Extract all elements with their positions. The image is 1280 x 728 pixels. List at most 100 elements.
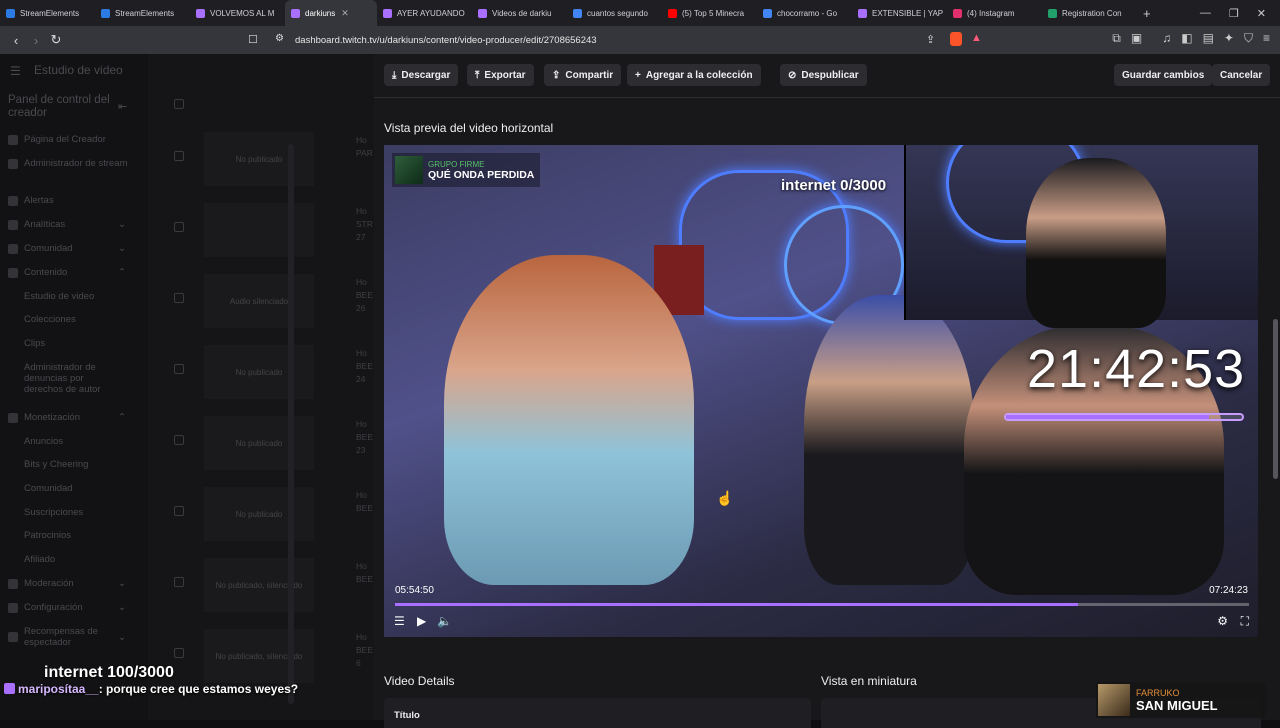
new-tab-icon[interactable]: + [1143,6,1151,21]
video-list-row[interactable]: No publicado Ho BEE 23 [148,408,374,478]
row-checkbox[interactable] [174,364,184,374]
sidebar-item[interactable]: Alertas [8,195,128,206]
sidebar-item[interactable]: Colecciones [24,314,124,325]
url-field[interactable]: dashboard.twitch.tv/u/darkiuns/content/v… [295,35,597,46]
browser-tab[interactable]: (4) Instagram [947,0,1042,26]
media-icon[interactable]: ♫ [1162,31,1171,46]
video-thumbnail[interactable]: No publicado [204,345,314,399]
sidebar-item[interactable]: Página del Creador [8,134,128,145]
fullscreen-icon[interactable]: ⛶ [1241,614,1249,629]
video-thumbnail[interactable]: No publicado, silenciado [204,629,314,683]
video-thumbnail[interactable]: No publicado [204,132,314,186]
sidebar-item[interactable]: Clips [24,338,124,349]
sidebar-item[interactable]: Monetización ⌃ [8,412,128,423]
browser-tab[interactable]: cuantos segundo [567,0,662,26]
share-button[interactable]: ⇪ Compartir [544,64,622,86]
video-thumbnail[interactable]: No publicado [204,416,314,470]
row-checkbox[interactable] [174,293,184,303]
download-button[interactable]: ⤓ Descargar [384,64,459,86]
sidebar-item[interactable]: Moderación ⌄ [8,578,128,589]
minimize-icon[interactable]: — [1200,7,1211,19]
cancel-button[interactable]: Cancelar [1212,64,1271,86]
row-checkbox[interactable] [174,151,184,161]
play-icon[interactable]: ▶ [417,614,426,628]
browser-tab[interactable]: StreamElements [95,0,190,26]
browser-tab[interactable]: VOLVEMOS AL M [190,0,285,26]
sidebar-item[interactable]: Afiliado [24,554,124,565]
list-scrollbar[interactable] [288,144,294,704]
video-thumbnail[interactable]: No publicado, silenciado [204,558,314,612]
video-list-row[interactable]: No publicado Ho BEE 24 [148,337,374,407]
title-field[interactable]: Título [384,698,811,728]
close-window-icon[interactable]: ✕ [1257,7,1266,20]
maximize-icon[interactable]: ❐ [1229,7,1239,20]
menu-icon[interactable]: ≡ [1263,31,1270,46]
video-thumbnail[interactable]: No publicado [204,487,314,541]
brave-shield-icon[interactable] [950,32,962,46]
vpn-shield-icon[interactable]: ⛉ [1244,31,1253,46]
tab-label: chocorramo - Go [777,8,838,18]
video-thumbnail[interactable]: Audio silenciado [204,274,314,328]
extensions-icon[interactable]: ⧉ [1112,31,1121,46]
export-button[interactable]: ⤒ Exportar [467,64,534,86]
browser-tab[interactable]: chocorramo - Go [757,0,852,26]
browser-tab[interactable]: darkiuns ✕ [285,0,377,26]
browser-tab[interactable]: (5) Top 5 Minecra [662,0,757,26]
browser-tab[interactable]: EXTENSIBLE | YAP [852,0,947,26]
sidebar-item[interactable]: Recompensas de espectador ⌄ [8,626,128,648]
row-checkbox[interactable] [174,648,184,658]
browser-tab[interactable]: StreamElements [0,0,95,26]
reload-icon[interactable]: ↻ [46,32,66,48]
sidebar-item[interactable]: Suscripciones [24,507,124,518]
video-thumbnail[interactable] [204,203,314,257]
sidebar-toggle-icon[interactable]: ◧ [1181,31,1192,46]
close-tab-icon[interactable]: ✕ [341,8,349,19]
wallet-icon[interactable]: ▤ [1203,31,1214,46]
main-scrollbar[interactable] [1273,319,1278,479]
sidebar-item[interactable]: Bits y Cheering [24,459,124,470]
sidebar-item[interactable]: Contenido ⌃ [8,267,128,278]
sidebar-item[interactable]: Patrocinios [24,530,124,541]
add-to-collection-button[interactable]: + Agregar a la colección [627,64,761,86]
sidebar-item[interactable]: Configuración ⌄ [8,602,128,613]
video-list-row[interactable]: No publicado Ho PAR [148,124,374,194]
video-list-row[interactable]: No publicado Ho BEE [148,479,374,549]
sidebar-item[interactable]: Estudio de video [24,291,124,302]
row-checkbox[interactable] [174,435,184,445]
select-all-checkbox[interactable] [174,99,184,109]
sidebar-item[interactable]: Comunidad [24,483,124,494]
chapters-icon[interactable]: ☰ [394,614,405,628]
sidebar-item[interactable]: Anuncios [24,436,124,447]
video-list-row[interactable]: No publicado, silenciado Ho BEE [148,550,374,620]
screenshot-icon[interactable]: ▣ [1131,31,1142,46]
hamburger-icon[interactable]: ☰ [10,64,21,78]
row-checkbox[interactable] [174,222,184,232]
leo-ai-icon[interactable]: ✦ [1224,31,1234,46]
browser-tab[interactable]: Registration Con [1042,0,1137,26]
video-list-row[interactable]: Ho STR 27 [148,195,374,265]
sidebar-item[interactable]: Comunidad ⌄ [8,243,128,254]
unpublish-button[interactable]: ⊘ Despublicar [780,64,867,86]
rewards-icon[interactable]: ▲ [971,32,982,44]
video-player[interactable]: GRUPO FIRME QUÉ ONDA PERDIDA internet 0/… [384,145,1258,637]
forward-icon[interactable]: › [26,33,46,48]
share-page-icon[interactable]: ⇪ [926,33,935,46]
sidebar-item[interactable]: Administrador de stream [8,158,128,169]
video-list-row[interactable]: Audio silenciado Ho BEE 26 [148,266,374,336]
share-label: Compartir [565,69,614,81]
browser-tab[interactable]: AYER AYUDANDO [377,0,472,26]
save-changes-button[interactable]: Guardar cambios [1114,64,1213,86]
row-checkbox[interactable] [174,506,184,516]
row-checkbox[interactable] [174,577,184,587]
sidebar-item-label: Estudio de video [24,291,95,302]
volume-icon[interactable]: 🔈 [437,614,452,628]
site-settings-icon[interactable]: ⚙ [275,33,284,44]
back-icon[interactable]: ‹ [6,33,26,48]
seek-bar[interactable] [395,603,1249,606]
settings-gear-icon[interactable]: ⚙ [1217,614,1228,628]
bookmark-icon[interactable]: ☐ [248,33,258,46]
collapse-icon[interactable]: ⇤ [118,100,127,113]
browser-tab[interactable]: Videos de darkiu [472,0,567,26]
sidebar-item[interactable]: Analíticas ⌄ [8,219,128,230]
sidebar-item[interactable]: Administrador de denuncias por derechos … [24,362,124,395]
